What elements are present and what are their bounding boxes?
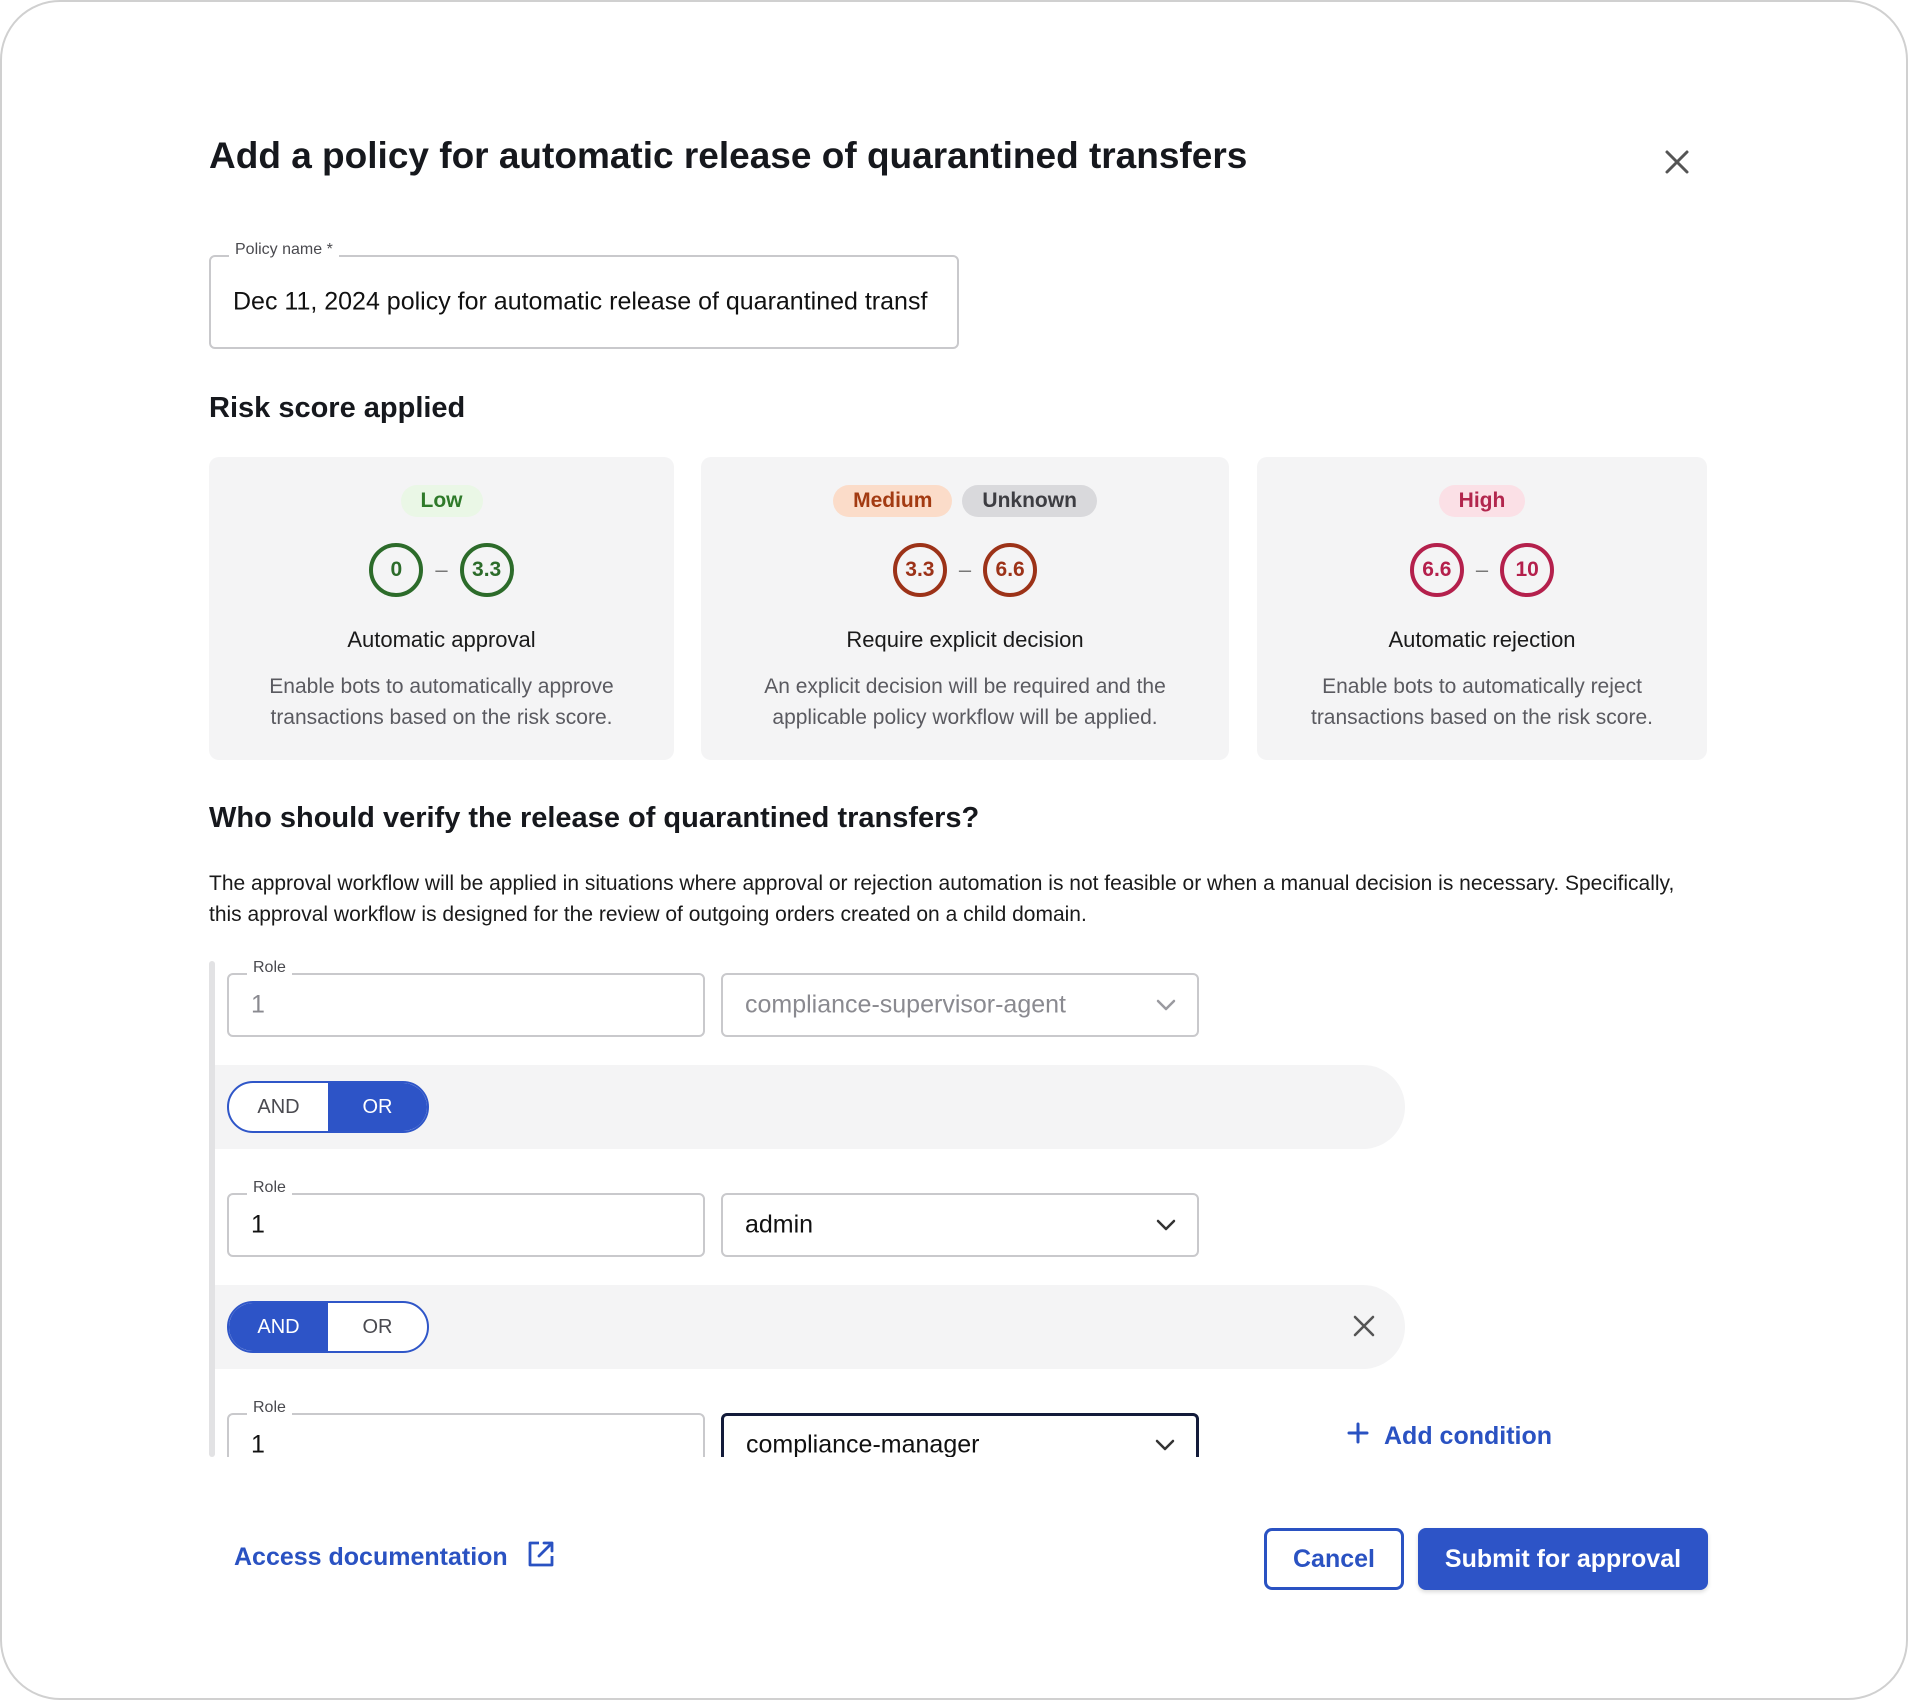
low-badge: Low: [400, 485, 483, 517]
range-dash: –: [435, 557, 448, 582]
risk-card-high: High 6.6 – 10 Automatic rejection Enable…: [1257, 457, 1707, 760]
workflow-connector: [209, 961, 215, 1457]
risk-card-low: Low 0 – 3.3 Automatic approval Enable bo…: [209, 457, 674, 760]
role-count-value: 1: [251, 1430, 265, 1458]
range-dash: –: [1475, 557, 1489, 582]
risk-range: 3.3 – 6.6: [701, 543, 1229, 597]
policy-name-value: Dec 11, 2024 policy for automatic releas…: [233, 287, 928, 316]
chevron-down-icon: [1154, 1438, 1176, 1452]
card-description: Enable bots to automatically approve tra…: [269, 675, 614, 729]
role-select-value: admin: [745, 1210, 814, 1239]
close-dialog-button[interactable]: [1662, 147, 1692, 177]
risk-score-heading: Risk score applied: [209, 392, 466, 424]
high-badge: High: [1438, 485, 1526, 517]
role-select-value: compliance-manager: [746, 1430, 980, 1458]
operator-row: AND OR: [215, 1065, 1405, 1149]
dialog-title: Add a policy for automatic release of qu…: [209, 135, 1248, 176]
verify-heading: Who should verify the release of quarant…: [209, 802, 980, 834]
range-min: 6.6: [1409, 543, 1464, 597]
approval-workflow[interactable]: Role 1 compliance-supervisor-agent AND O…: [209, 957, 1709, 1457]
role-count-field[interactable]: Role 1: [227, 1399, 705, 1458]
verify-description: The approval workflow will be applied in…: [209, 872, 1675, 926]
role-select[interactable]: compliance-supervisor-agent: [721, 973, 1199, 1037]
role-count-value: 1: [251, 990, 265, 1019]
role-label: Role: [247, 1399, 292, 1417]
close-icon: [1351, 1313, 1377, 1339]
range-dash: –: [958, 557, 972, 582]
role-select[interactable]: compliance-manager: [721, 1413, 1199, 1457]
and-or-toggle[interactable]: AND OR: [227, 1081, 429, 1133]
add-condition-label: Add condition: [1384, 1422, 1553, 1450]
risk-range: 0 – 3.3: [209, 543, 674, 597]
role-count-value: 1: [251, 1210, 265, 1239]
policy-name-label: Policy name *: [229, 241, 339, 259]
role-label: Role: [247, 1179, 292, 1197]
role-select[interactable]: admin: [721, 1193, 1199, 1257]
role-count-field[interactable]: Role 1: [227, 1179, 705, 1257]
card-title: Require explicit decision: [846, 627, 1084, 652]
range-min: 3.3: [892, 543, 947, 597]
unknown-badge: Unknown: [962, 485, 1097, 517]
range-max: 3.3: [459, 543, 514, 597]
or-option[interactable]: OR: [328, 1303, 427, 1351]
chevron-down-icon: [1155, 998, 1177, 1012]
external-link-icon: [526, 1539, 556, 1576]
and-option[interactable]: AND: [229, 1083, 328, 1131]
remove-operator-button[interactable]: [1351, 1313, 1377, 1339]
policy-dialog: Add a policy for automatic release of qu…: [0, 0, 1908, 1700]
role-count-field[interactable]: Role 1: [227, 959, 705, 1037]
card-description: Enable bots to automatically reject tran…: [1310, 675, 1653, 729]
card-title: Automatic rejection: [1388, 627, 1576, 652]
close-icon: [1662, 147, 1692, 177]
and-or-toggle[interactable]: AND OR: [227, 1301, 429, 1353]
doc-link-label: Access documentation: [234, 1543, 508, 1571]
plus-icon: [1346, 1421, 1370, 1452]
submit-for-approval-button[interactable]: Submit for approval: [1418, 1528, 1708, 1590]
chevron-down-icon: [1155, 1218, 1177, 1232]
operator-row: AND OR: [215, 1285, 1405, 1369]
role-label: Role: [247, 959, 292, 977]
access-documentation-link[interactable]: Access documentation: [234, 1539, 556, 1576]
role-select-value: compliance-supervisor-agent: [745, 990, 1066, 1019]
and-option[interactable]: AND: [229, 1303, 328, 1351]
range-max: 6.6: [983, 543, 1038, 597]
range-min: 0: [369, 543, 424, 597]
range-max: 10: [1500, 543, 1555, 597]
add-condition-button[interactable]: Add condition: [1346, 1421, 1552, 1452]
card-title: Automatic approval: [347, 627, 536, 652]
policy-name-field[interactable]: Policy name * Dec 11, 2024 policy for au…: [209, 241, 959, 349]
medium-badge: Medium: [833, 485, 953, 517]
risk-card-medium: Medium Unknown 3.3 – 6.6 Require explici…: [701, 457, 1229, 760]
cancel-button[interactable]: Cancel: [1264, 1528, 1404, 1590]
risk-range: 6.6 – 10: [1257, 543, 1707, 597]
or-option[interactable]: OR: [328, 1083, 427, 1131]
card-description: An explicit decision will be required an…: [764, 675, 1166, 729]
